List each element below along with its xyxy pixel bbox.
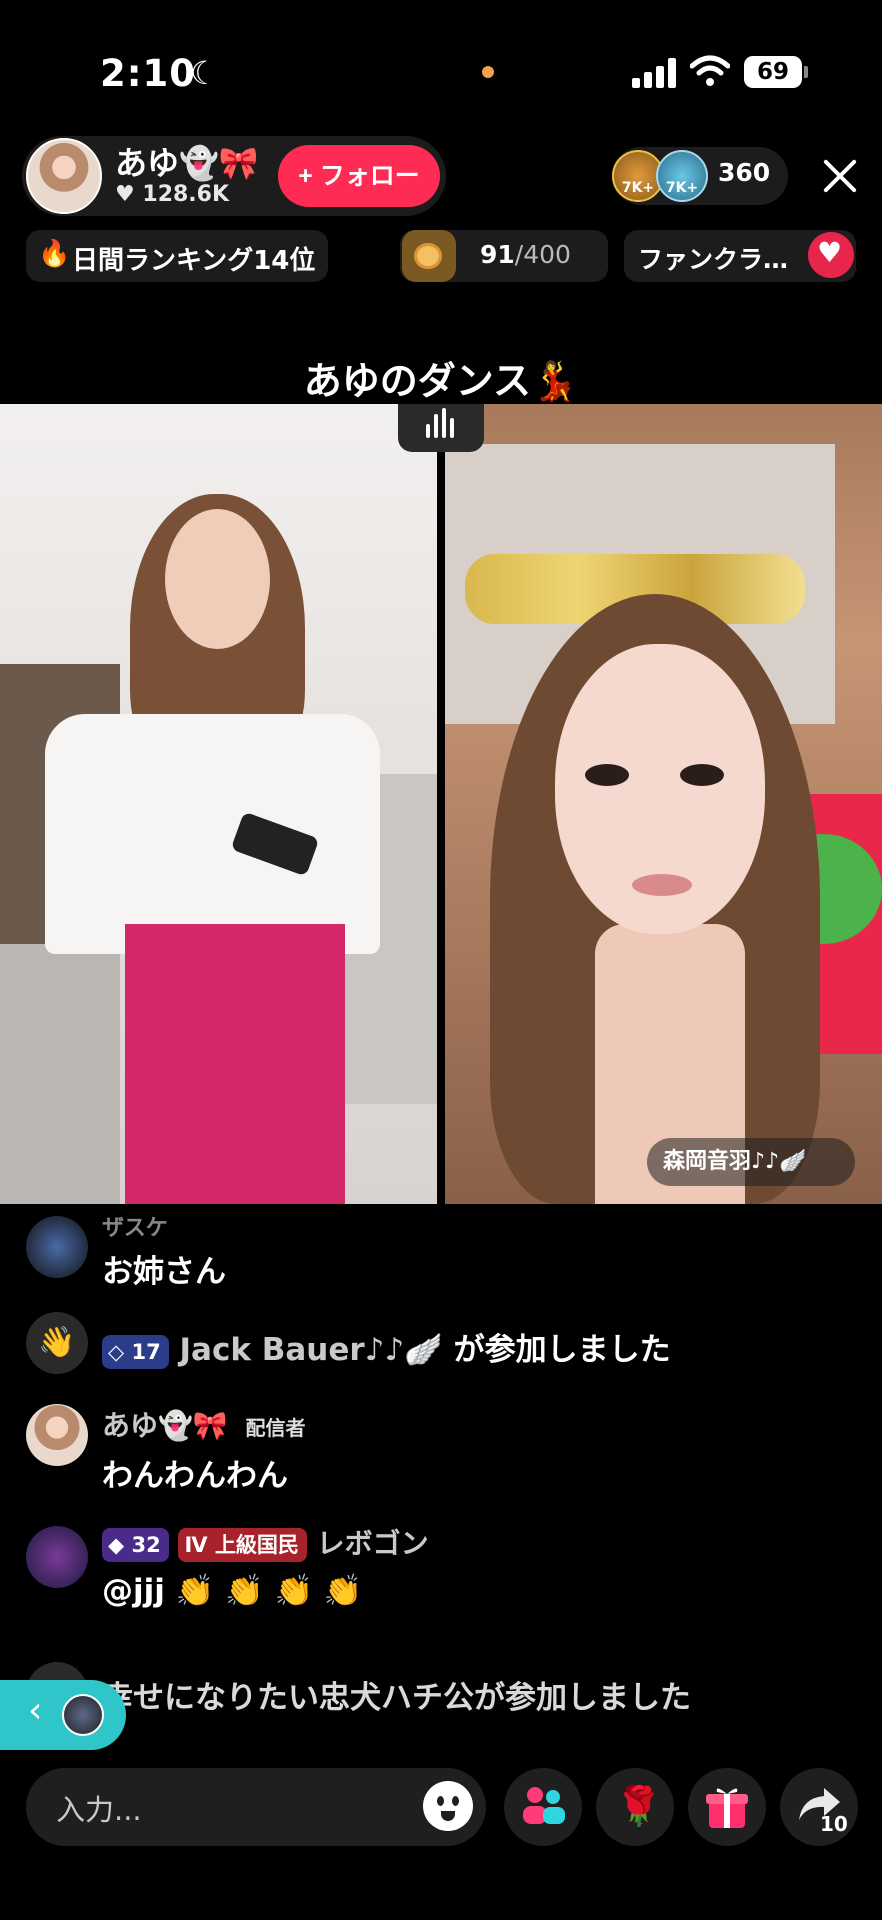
panel-divider (437, 404, 445, 1204)
guest-eye (680, 764, 724, 786)
chevron-left-icon[interactable]: ‹ (28, 1690, 42, 1731)
chat-avatar[interactable] (26, 1216, 88, 1278)
chat-username-line: あゆ👻🎀 配信者 (102, 1404, 305, 1444)
goal-total: /400 (514, 240, 571, 269)
goal-current: 91 (480, 240, 515, 269)
battery-indicator: 69 (744, 56, 808, 88)
host-likes: ♥ 128.6K (115, 182, 230, 207)
status-time: 2:10 (100, 52, 197, 95)
multi-guest-button[interactable] (504, 1768, 582, 1846)
rank-level: Ⅳ (184, 1533, 208, 1557)
level-badge: ◇ 17 (102, 1334, 169, 1369)
guest-lips (632, 874, 692, 896)
chat-text: お姉さん (102, 1254, 226, 1290)
host-video-panel[interactable] (0, 404, 437, 1204)
fan-club-heart-icon (808, 232, 854, 278)
rank-badge: Ⅳ 上級国民 (178, 1528, 307, 1562)
guest-video-panel[interactable] (445, 404, 882, 1204)
emoji-icon[interactable] (423, 1781, 473, 1831)
host-role-label: 配信者 (245, 1416, 306, 1440)
status-bar: 2:10 ☾ 69 (0, 0, 882, 140)
comment-placeholder: 入力... (56, 1793, 142, 1827)
chat-username: レボゴン (316, 1527, 429, 1560)
background-sofa (0, 944, 120, 1204)
guest-name-tag[interactable]: 森岡音羽♪♪🪽 (647, 1138, 855, 1186)
rose-icon: 🌹 (615, 1784, 663, 1828)
top-viewer-avatar[interactable]: 7K+ (656, 150, 708, 202)
close-icon[interactable] (818, 154, 862, 198)
ranking-label: 日間ランキング14位 (72, 246, 316, 276)
chat-avatar[interactable] (26, 1526, 88, 1588)
host-shirt (45, 714, 380, 954)
level-badge: ◆ 32 (102, 1528, 169, 1562)
host-pants (125, 924, 345, 1204)
gift-button[interactable] (688, 1768, 766, 1846)
chat-username-line: ◆ 32 Ⅳ 上級国民 レボゴン (102, 1522, 429, 1562)
gift-icon (706, 1788, 748, 1828)
level-number: 17 (131, 1339, 161, 1364)
chat-username: あゆ👻🎀 (102, 1409, 228, 1442)
guest-eye (585, 764, 629, 786)
rank-name: 上級国民 (214, 1533, 299, 1557)
stream-title: あゆのダンス💃 (303, 359, 579, 403)
chat-join-line: ◇ 17 Jack Bauer♪♪🪽 が参加しました (102, 1324, 671, 1369)
join-text: が参加しました (453, 1332, 671, 1368)
chat-text: @jjj 👏 👏 👏 👏 (102, 1573, 363, 1609)
rose-gift-button[interactable]: 🌹 (596, 1768, 674, 1846)
side-tab-avatar[interactable] (62, 1694, 104, 1736)
audio-wave-icon[interactable] (398, 404, 484, 452)
level-number: 32 (131, 1533, 161, 1557)
fire-icon: 🔥 (38, 239, 71, 269)
moon-icon: ☾ (190, 54, 219, 92)
host-name: あゆ👻🎀 (115, 144, 259, 182)
cellular-signal-icon (632, 58, 676, 88)
people-icon (523, 1787, 565, 1824)
chat-username: ザスケ (102, 1216, 168, 1241)
chat-text: わんわんわん (102, 1458, 288, 1494)
wave-hand-icon: 👋 (26, 1312, 88, 1374)
follow-button[interactable]: + フォロー (278, 145, 440, 207)
recording-dot-icon (482, 66, 494, 78)
join-text: 幸せになりたい忠犬ハチ公が参加しました (102, 1680, 691, 1716)
viewer-count: 360 (718, 158, 771, 187)
planet-icon (402, 230, 456, 282)
host-face (165, 509, 270, 649)
fan-club-label: ファンクラ… (638, 245, 789, 274)
chat-avatar[interactable] (26, 1404, 88, 1466)
goal-progress: 91/400 (480, 240, 571, 269)
top-viewers[interactable]: 7K+ 7K+ (612, 150, 712, 202)
chat-username: Jack Bauer♪♪🪽 (179, 1332, 443, 1368)
share-count: 10 (820, 1812, 848, 1836)
wifi-icon (690, 55, 730, 86)
host-avatar[interactable] (26, 138, 102, 214)
